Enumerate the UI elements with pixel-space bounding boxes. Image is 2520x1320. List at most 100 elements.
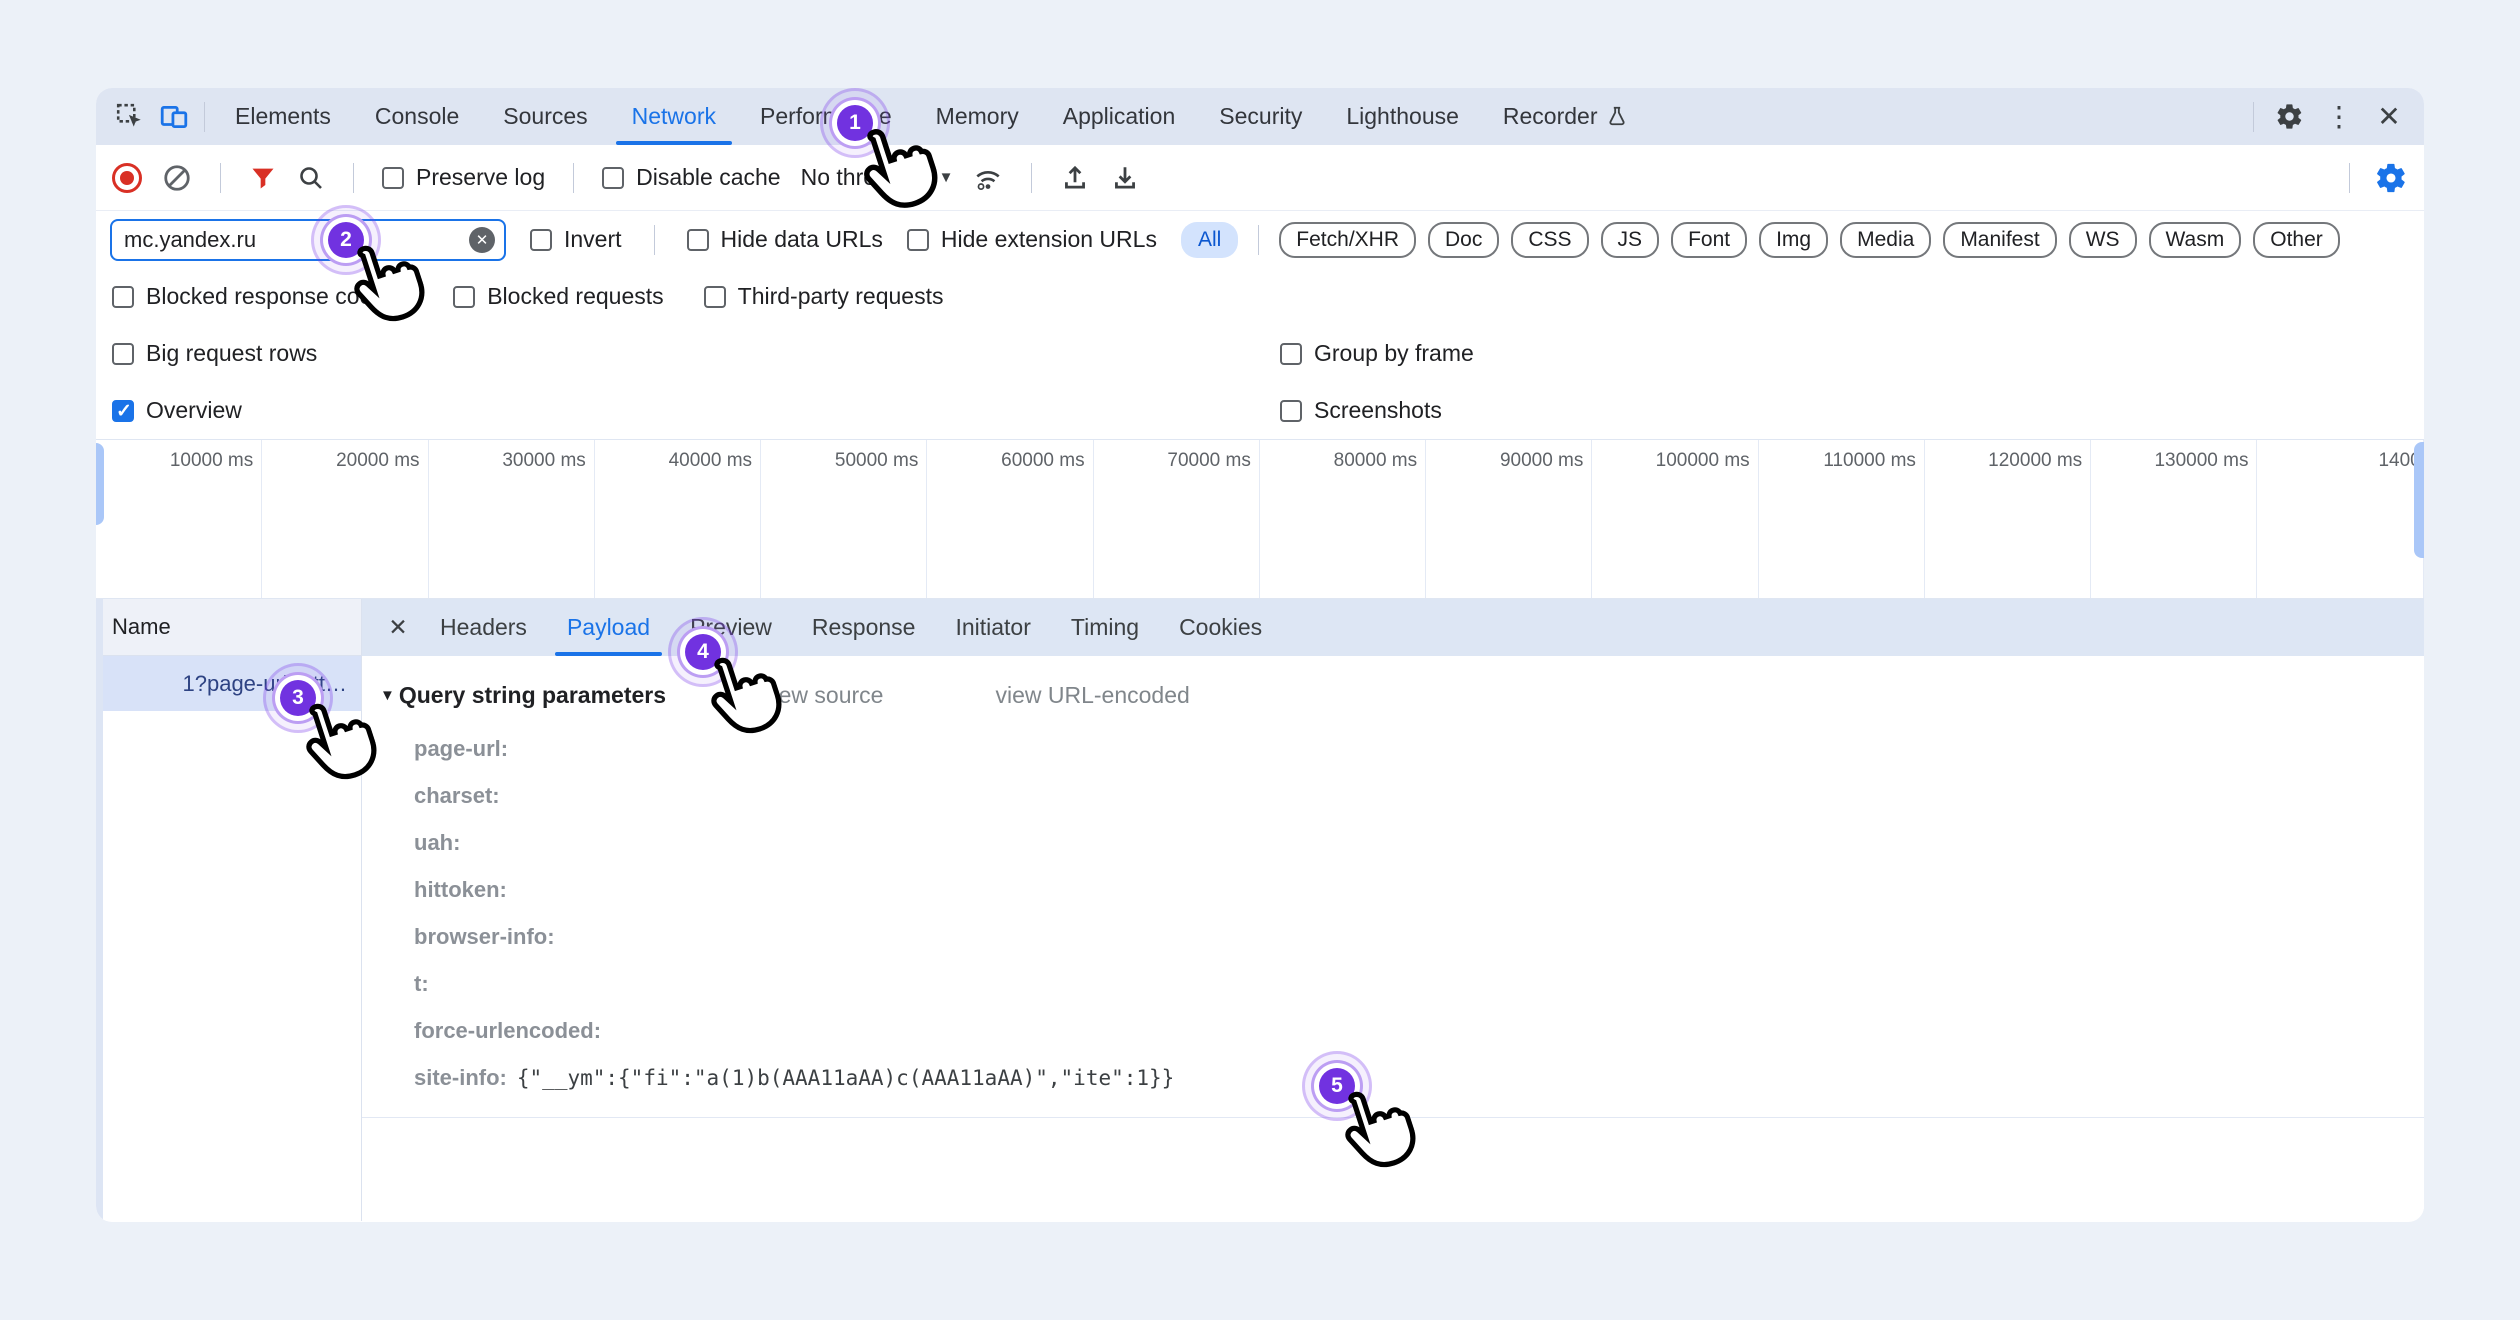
main-tab[interactable]: Lighthouse bbox=[1324, 88, 1481, 145]
import-har-button[interactable] bbox=[1060, 163, 1090, 193]
left-scrollbar-track[interactable] bbox=[96, 599, 103, 1221]
invert-label: Invert bbox=[564, 226, 622, 253]
view-url-encoded-link[interactable]: view URL-encoded bbox=[995, 682, 1189, 709]
main-tab[interactable]: Sources bbox=[481, 88, 609, 145]
resource-type-chip[interactable]: Font bbox=[1671, 222, 1747, 258]
timeline-tick: 90000 ms bbox=[1426, 440, 1592, 598]
timeline-tick: 60000 ms bbox=[927, 440, 1093, 598]
resource-type-chip[interactable]: JS bbox=[1601, 222, 1660, 258]
chip-all[interactable]: All bbox=[1181, 222, 1238, 258]
gear-icon bbox=[2275, 102, 2304, 131]
network-conditions-button[interactable] bbox=[973, 163, 1003, 193]
display-options-row-1: Big request rows Group by frame bbox=[96, 325, 2424, 382]
export-har-button[interactable] bbox=[1110, 163, 1140, 193]
query-string-title[interactable]: Query string parameters bbox=[399, 682, 666, 709]
group-by-frame-checkbox[interactable] bbox=[1280, 343, 1302, 365]
detail-tab[interactable]: Preview bbox=[670, 599, 792, 656]
detail-tab[interactable]: Headers bbox=[420, 599, 547, 656]
blocked-requests-toggle[interactable]: Blocked requests bbox=[453, 283, 663, 310]
timeline-tick: 30000 ms bbox=[429, 440, 595, 598]
blocked-response-cookies-toggle[interactable]: Blocked response cookies bbox=[112, 283, 413, 310]
overview-toggle[interactable]: Overview bbox=[112, 397, 242, 424]
resource-type-chip[interactable]: CSS bbox=[1511, 222, 1588, 258]
disable-cache-toggle[interactable]: Disable cache bbox=[602, 164, 780, 191]
blocked-response-cookies-label: Blocked response cookies bbox=[146, 283, 413, 310]
resource-type-chip[interactable]: Img bbox=[1759, 222, 1828, 258]
main-tab[interactable]: Console bbox=[353, 88, 481, 145]
filter-input-box[interactable]: ✕ bbox=[110, 219, 506, 261]
preserve-log-toggle[interactable]: Preserve log bbox=[382, 164, 545, 191]
name-column-header[interactable]: Name bbox=[96, 599, 361, 656]
view-source-link[interactable]: view source bbox=[762, 682, 883, 709]
divider bbox=[1258, 225, 1259, 255]
hide-extension-urls-checkbox[interactable] bbox=[907, 229, 929, 251]
timeline-scroll-nub-right[interactable] bbox=[2414, 442, 2424, 558]
blocked-response-cookies-checkbox[interactable] bbox=[112, 286, 134, 308]
big-request-rows-toggle[interactable]: Big request rows bbox=[112, 340, 317, 367]
kebab-menu-button[interactable]: ⋮ bbox=[2316, 94, 2362, 140]
throttling-dropdown[interactable]: No throttling ▼ bbox=[801, 164, 954, 191]
divider bbox=[2253, 102, 2254, 132]
screenshots-checkbox[interactable] bbox=[1280, 400, 1302, 422]
detail-tab[interactable]: Cookies bbox=[1159, 599, 1282, 656]
blocked-requests-checkbox[interactable] bbox=[453, 286, 475, 308]
toggle-device-toolbar-button[interactable] bbox=[152, 95, 196, 139]
detail-tab[interactable]: Initiator bbox=[935, 599, 1050, 656]
third-party-requests-checkbox[interactable] bbox=[704, 286, 726, 308]
invert-checkbox[interactable] bbox=[530, 229, 552, 251]
record-network-log-button[interactable] bbox=[112, 163, 142, 193]
overview-checkbox[interactable] bbox=[112, 400, 134, 422]
hide-extension-urls-toggle[interactable]: Hide extension URLs bbox=[907, 226, 1157, 253]
filter-button-active[interactable] bbox=[249, 164, 277, 192]
main-tab[interactable]: Memory bbox=[914, 88, 1041, 145]
expander-triangle-icon[interactable]: ▼ bbox=[380, 687, 395, 704]
main-tab[interactable]: Elements bbox=[213, 88, 353, 145]
big-request-rows-label: Big request rows bbox=[146, 340, 317, 367]
settings-gear-button[interactable] bbox=[2266, 94, 2312, 140]
main-tab[interactable]: Security bbox=[1197, 88, 1324, 145]
filter-input[interactable] bbox=[112, 227, 504, 253]
resource-type-chip[interactable]: Doc bbox=[1428, 222, 1499, 258]
third-party-requests-toggle[interactable]: Third-party requests bbox=[704, 283, 944, 310]
search-button[interactable] bbox=[297, 164, 325, 192]
disable-cache-checkbox[interactable] bbox=[602, 167, 624, 189]
main-tab[interactable]: Performance bbox=[738, 88, 914, 145]
group-by-frame-toggle[interactable]: Group by frame bbox=[1280, 340, 1474, 367]
main-tabs: ElementsConsoleSourcesNetworkPerformance… bbox=[213, 88, 1481, 145]
close-detail-button[interactable]: ✕ bbox=[376, 606, 420, 650]
resource-type-chip[interactable]: WS bbox=[2069, 222, 2137, 258]
request-list-column: Name 1?page-url=htt… bbox=[96, 599, 362, 1221]
param-key: uah: bbox=[414, 830, 460, 856]
network-settings-gear-button[interactable] bbox=[2374, 161, 2408, 195]
resource-type-chip[interactable]: Fetch/XHR bbox=[1279, 222, 1416, 258]
param-key: t: bbox=[414, 971, 429, 997]
detail-tab[interactable]: Payload bbox=[547, 599, 670, 656]
resource-type-chip[interactable]: Other bbox=[2253, 222, 2340, 258]
hide-data-urls-toggle[interactable]: Hide data URLs bbox=[687, 226, 883, 253]
param-row: charset: bbox=[414, 772, 2424, 819]
clear-network-log-button[interactable] bbox=[162, 163, 192, 193]
divider bbox=[220, 163, 221, 193]
clear-filter-button[interactable]: ✕ bbox=[469, 227, 495, 253]
tab-recorder[interactable]: Recorder bbox=[1481, 88, 1650, 145]
main-tab[interactable]: Network bbox=[610, 88, 738, 145]
close-devtools-button[interactable]: ✕ bbox=[2366, 94, 2412, 140]
timeline-ruler: 10000 ms20000 ms30000 ms40000 ms50000 ms… bbox=[96, 440, 2424, 598]
request-list-item-selected[interactable]: 1?page-url=htt… bbox=[96, 656, 361, 711]
resource-type-chip[interactable]: Manifest bbox=[1943, 222, 2056, 258]
resource-type-chip[interactable]: Media bbox=[1840, 222, 1931, 258]
big-request-rows-checkbox[interactable] bbox=[112, 343, 134, 365]
invert-toggle[interactable]: Invert bbox=[530, 226, 622, 253]
screenshots-toggle[interactable]: Screenshots bbox=[1280, 397, 1442, 424]
hide-data-urls-checkbox[interactable] bbox=[687, 229, 709, 251]
inspect-element-button[interactable] bbox=[108, 95, 152, 139]
preserve-log-checkbox[interactable] bbox=[382, 167, 404, 189]
timeline-scroll-nub-left[interactable] bbox=[96, 443, 104, 525]
network-toolbar: Preserve log Disable cache No throttling… bbox=[96, 145, 2424, 211]
network-overview-timeline[interactable]: 10000 ms20000 ms30000 ms40000 ms50000 ms… bbox=[96, 439, 2424, 599]
detail-tab[interactable]: Response bbox=[792, 599, 936, 656]
detail-tab[interactable]: Timing bbox=[1051, 599, 1159, 656]
main-tab[interactable]: Application bbox=[1041, 88, 1198, 145]
resource-type-chip[interactable]: Wasm bbox=[2149, 222, 2242, 258]
divider bbox=[654, 225, 655, 255]
